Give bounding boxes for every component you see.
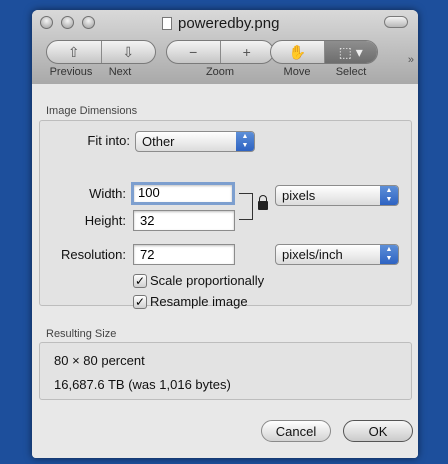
plus-icon: + [242, 44, 251, 60]
checkmark-icon: ✓ [134, 274, 146, 288]
resample-image-checkbox[interactable]: ✓ [133, 295, 147, 309]
ok-button[interactable]: OK [343, 420, 413, 442]
hand-icon: ✋ [288, 43, 306, 60]
scale-proportionally-checkbox[interactable]: ✓ [133, 274, 147, 288]
arrow-down-icon: ⇩ [122, 43, 135, 60]
image-dimensions-heading: Image Dimensions [46, 105, 138, 117]
units-popup[interactable]: pixels ▲ ▼ [275, 185, 399, 206]
lock-icon[interactable] [258, 195, 268, 210]
fit-into-popup[interactable]: Other ▲ ▼ [135, 131, 255, 152]
resulting-size-group: 80 × 80 percent 16,687.6 TB (was 1,016 b… [39, 342, 412, 400]
select-tool-button[interactable]: ⬚ ▾ [323, 41, 377, 63]
image-dimensions-group: Fit into: Other ▲ ▼ Width: 100 Height: 32… [39, 120, 412, 309]
zoom-in-button[interactable]: + [219, 41, 274, 63]
fit-into-value: Other [142, 134, 175, 149]
navigation-segmented-control: ⇧ ⇩ [46, 40, 156, 64]
popup-arrows-icon: ▲ ▼ [380, 186, 398, 205]
height-field[interactable]: 32 [133, 210, 235, 231]
previous-button[interactable]: ⇧ [47, 41, 101, 63]
window-title: poweredby.png [178, 14, 280, 32]
zoom-label: Zoom [205, 66, 235, 78]
next-label: Next [108, 66, 132, 78]
fit-into-label: Fit into: [87, 133, 130, 148]
window-title-area: poweredby.png [162, 14, 279, 32]
zoom-window-button[interactable] [82, 16, 95, 29]
resolution-field[interactable]: 72 [133, 244, 235, 265]
cancel-button[interactable]: Cancel [261, 420, 331, 442]
resolution-units-value: pixels/inch [282, 247, 343, 262]
popup-arrows-icon: ▲ ▼ [380, 245, 398, 264]
result-percent-text: 80 × 80 percent [54, 353, 145, 368]
popup-arrows-icon: ▲ ▼ [236, 132, 254, 151]
height-label: Height: [84, 213, 126, 228]
select-label: Select [335, 66, 367, 78]
minus-icon: − [189, 44, 198, 60]
toolbar: poweredby.png ⇧ ⇩ Previous Next − + Zoom… [32, 10, 418, 85]
scale-proportionally-label[interactable]: Scale proportionally [150, 273, 264, 288]
close-window-button[interactable] [40, 16, 53, 29]
arrow-up-icon: ⇧ [67, 43, 80, 60]
zoom-out-button[interactable]: − [167, 41, 220, 63]
resolution-label: Resolution: [60, 247, 126, 262]
zoom-segmented-control: − + [166, 40, 274, 64]
move-label: Move [283, 66, 311, 78]
resulting-size-heading: Resulting Size [46, 328, 117, 340]
minimize-window-button[interactable] [61, 16, 74, 29]
image-size-window: poweredby.png ⇧ ⇩ Previous Next − + Zoom… [32, 10, 418, 458]
selection-marquee-icon: ⬚ ▾ [338, 43, 363, 60]
move-tool-button[interactable]: ✋ [271, 41, 324, 63]
document-icon [162, 16, 172, 30]
resolution-units-popup[interactable]: pixels/inch ▲ ▼ [275, 244, 399, 265]
units-value: pixels [282, 188, 316, 203]
width-field[interactable]: 100 [131, 182, 235, 205]
result-file-size-text: 16,687.6 TB (was 1,016 bytes) [54, 377, 231, 392]
next-button[interactable]: ⇩ [100, 41, 156, 63]
toolbar-overflow-icon[interactable]: » [408, 54, 414, 66]
resample-image-label[interactable]: Resample image [150, 294, 248, 309]
image-size-sheet: Image Dimensions Fit into: Other ▲ ▼ Widt… [32, 84, 418, 458]
toolbar-toggle-button[interactable] [384, 16, 408, 28]
width-label: Width: [89, 186, 126, 201]
checkmark-icon: ✓ [134, 295, 146, 309]
proportion-bracket [239, 193, 253, 220]
previous-label: Previous [49, 66, 93, 78]
tool-segmented-control: ✋ ⬚ ▾ [270, 40, 378, 64]
